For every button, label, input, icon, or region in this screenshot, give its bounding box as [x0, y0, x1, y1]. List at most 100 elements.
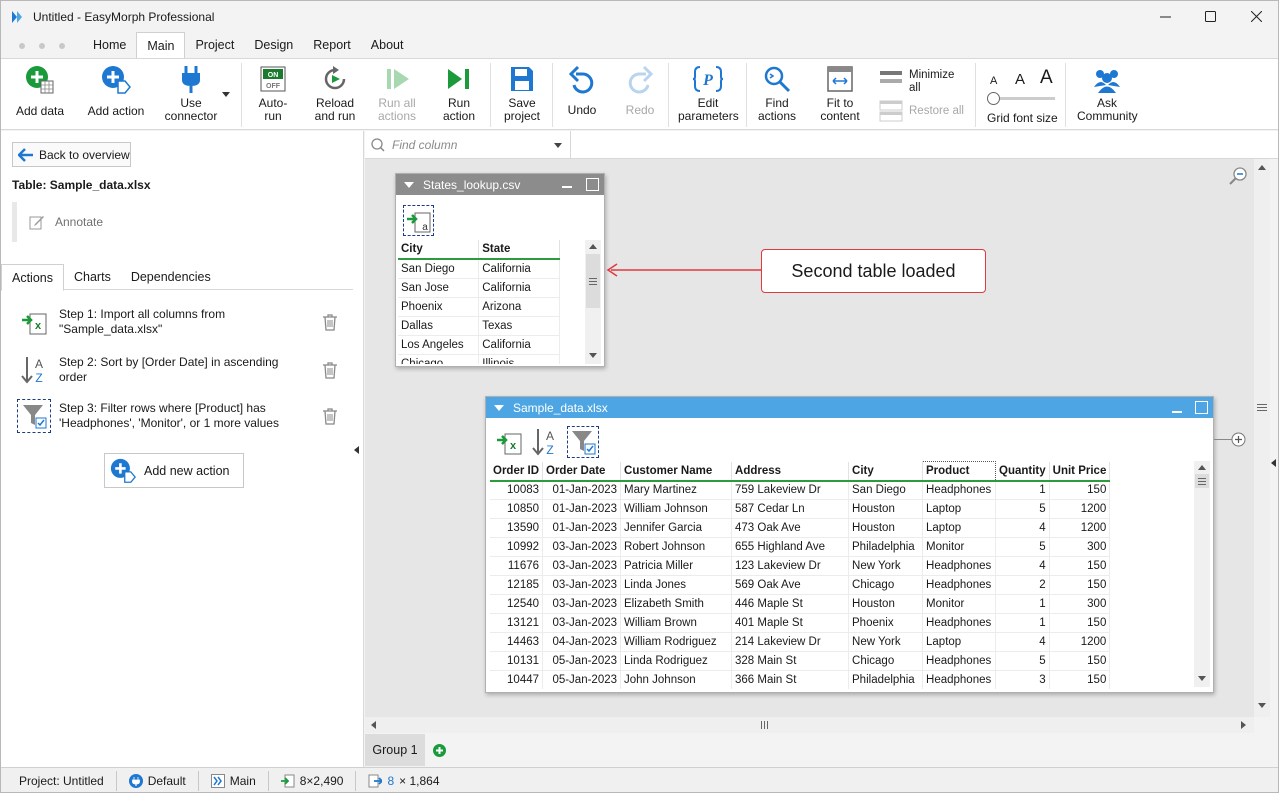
table-cell[interactable]: William Johnson: [620, 499, 733, 519]
add-data-button[interactable]: Add data: [13, 65, 67, 118]
step-filter-mini[interactable]: [567, 426, 599, 458]
scroll-right-arrow[interactable]: [1241, 721, 1246, 729]
run-all-actions-button[interactable]: Run all actions: [373, 65, 421, 123]
table-cell[interactable]: 5: [995, 499, 1050, 519]
sample-data-header[interactable]: Sample_data.xlsx: [486, 397, 1213, 418]
use-connector-button[interactable]: Use connector: [161, 65, 221, 123]
scroll-down-arrow[interactable]: [1258, 703, 1266, 708]
table-cell[interactable]: 150: [1049, 670, 1111, 689]
add-action-button[interactable]: Add action: [85, 65, 147, 118]
find-column-dropdown-arrow[interactable]: [554, 143, 562, 148]
table-row[interactable]: 10992 03-Jan-2023 Robert Johnson 655 Highla…: [490, 537, 1111, 557]
table-cell[interactable]: 13121: [490, 613, 544, 633]
table-cell[interactable]: William Brown: [620, 613, 733, 633]
sample-vertical-scrollbar[interactable]: [1194, 461, 1210, 687]
table-cell[interactable]: Texas: [478, 316, 560, 336]
table-cell[interactable]: 655 Highland Ave: [731, 537, 850, 557]
table-cell[interactable]: 569 Oak Ave: [731, 575, 850, 595]
table-cell[interactable]: 473 Oak Ave: [731, 518, 850, 538]
table-cell[interactable]: William Rodriguez: [620, 632, 733, 652]
table-cell[interactable]: 12540: [490, 594, 544, 614]
table-cell[interactable]: Elizabeth Smith: [620, 594, 733, 614]
table-cell[interactable]: 1200: [1049, 632, 1111, 652]
step-3-filter[interactable]: Step 3: Filter rows where [Product] has …: [17, 399, 347, 433]
column-header-state[interactable]: State: [478, 240, 560, 260]
table-cell[interactable]: Headphones: [922, 651, 997, 671]
sample-data-table-panel[interactable]: Sample_data.xlsx x AZ Order ID Order Dat…: [485, 396, 1214, 693]
table-cell[interactable]: 123 Lakeview Dr: [731, 556, 850, 576]
reload-and-run-button[interactable]: Reload and run: [309, 65, 361, 123]
scroll-up-arrow[interactable]: [1198, 465, 1206, 470]
scroll-down-arrow[interactable]: [1198, 676, 1206, 681]
table-cell[interactable]: 328 Main St: [731, 651, 850, 671]
table-row[interactable]: Los Angeles California: [398, 335, 560, 355]
table-row[interactable]: 10447 05-Jan-2023 John Johnson 366 Main St P…: [490, 670, 1111, 689]
table-row[interactable]: 10850 01-Jan-2023 William Johnson 587 Cedar…: [490, 499, 1111, 519]
states-lookup-table-panel[interactable]: States_lookup.csv a City State San Diego…: [395, 173, 605, 367]
column-header-city[interactable]: City: [398, 240, 480, 260]
table-cell[interactable]: Illinois: [478, 354, 560, 364]
tab-main[interactable]: Main: [136, 32, 186, 58]
table-cell[interactable]: Headphones: [922, 480, 997, 500]
zoom-out-button[interactable]: [1229, 166, 1249, 189]
table-cell[interactable]: New York: [848, 556, 924, 576]
table-row[interactable]: 10083 01-Jan-2023 Mary Martinez 759 Lakevie…: [490, 480, 1111, 500]
collapse-left-panel-arrow[interactable]: [354, 446, 359, 454]
tab-charts[interactable]: Charts: [64, 264, 121, 290]
table-row[interactable]: San Diego California: [398, 259, 560, 279]
table-cell[interactable]: California: [478, 278, 560, 298]
tab-about[interactable]: About: [361, 32, 414, 58]
states-scroll-thumb[interactable]: [586, 254, 600, 308]
table-cell[interactable]: Phoenix: [848, 613, 924, 633]
minimize-all-button[interactable]: Minimize all: [879, 69, 961, 95]
table-row[interactable]: 12185 03-Jan-2023 Linda Jones 569 Oak Ave Ch…: [490, 575, 1111, 595]
tab-report[interactable]: Report: [303, 32, 361, 58]
table-cell[interactable]: 03-Jan-2023: [542, 613, 622, 633]
table-cell[interactable]: 759 Lakeview Dr: [731, 480, 850, 500]
scroll-down-arrow[interactable]: [589, 353, 597, 358]
tab-dependencies[interactable]: Dependencies: [121, 264, 221, 290]
table-cell[interactable]: 03-Jan-2023: [542, 537, 622, 557]
delete-step-3-trash-icon[interactable]: [322, 407, 338, 425]
panel-maximize-icon[interactable]: [1195, 401, 1208, 414]
undo-button[interactable]: Undo: [563, 65, 601, 117]
column-header-customer-name[interactable]: Customer Name: [620, 461, 733, 482]
canvas-vertical-scrollbar[interactable]: [1254, 159, 1270, 717]
table-cell[interactable]: Monitor: [922, 594, 997, 614]
table-cell[interactable]: 04-Jan-2023: [542, 632, 622, 652]
table-cell[interactable]: Laptop: [922, 632, 997, 652]
font-size-medium-icon[interactable]: A: [1015, 71, 1025, 88]
table-cell[interactable]: New York: [848, 632, 924, 652]
canvas-horizontal-scrollbar[interactable]: [365, 717, 1254, 733]
table-cell[interactable]: John Johnson: [620, 670, 733, 689]
table-cell[interactable]: 1: [995, 480, 1050, 500]
tab-design[interactable]: Design: [244, 32, 303, 58]
table-cell[interactable]: Phoenix: [398, 297, 480, 317]
edit-parameters-button[interactable]: P Edit parameters: [677, 65, 739, 123]
table-cell[interactable]: 3: [995, 670, 1050, 689]
states-lookup-header[interactable]: States_lookup.csv: [396, 174, 604, 195]
step-sort-mini[interactable]: AZ: [531, 427, 559, 460]
scroll-up-arrow[interactable]: [589, 244, 597, 249]
table-cell[interactable]: 150: [1049, 613, 1111, 633]
table-row[interactable]: 12540 03-Jan-2023 Elizabeth Smith 446 Maple…: [490, 594, 1111, 614]
table-cell[interactable]: 10131: [490, 651, 544, 671]
table-cell[interactable]: 587 Cedar Ln: [731, 499, 850, 519]
table-cell[interactable]: Los Angeles: [398, 335, 480, 355]
collapse-triangle-icon[interactable]: [494, 404, 504, 411]
table-cell[interactable]: San Diego: [398, 259, 480, 279]
table-cell[interactable]: Philadelphia: [848, 670, 924, 689]
collapse-triangle-icon[interactable]: [404, 181, 414, 188]
restore-all-button[interactable]: Restore all: [879, 100, 964, 122]
add-derived-table-button[interactable]: [1231, 432, 1246, 450]
connector-dropdown-arrow[interactable]: [222, 92, 230, 97]
step-2-sort[interactable]: AZ Step 2: Sort by [Order Date] in ascen…: [17, 353, 347, 387]
delete-step-2-trash-icon[interactable]: [322, 361, 338, 379]
table-cell[interactable]: Jennifer Garcia: [620, 518, 733, 538]
column-header-address[interactable]: Address: [731, 461, 850, 482]
add-new-action-button[interactable]: Add new action: [104, 453, 244, 488]
tab-home[interactable]: Home: [83, 32, 136, 58]
table-cell[interactable]: 1200: [1049, 518, 1111, 538]
table-cell[interactable]: 1: [995, 594, 1050, 614]
table-cell[interactable]: 10850: [490, 499, 544, 519]
